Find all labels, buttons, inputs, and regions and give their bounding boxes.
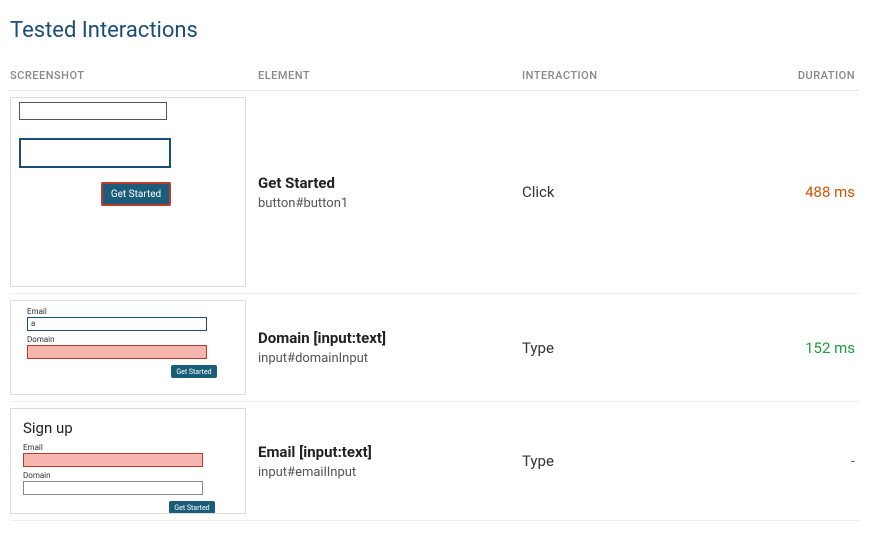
interaction-duration: -: [732, 402, 859, 521]
thumb-email-input: a: [27, 317, 207, 331]
interaction-type: Type: [522, 294, 732, 402]
col-duration: DURATION: [732, 61, 859, 91]
thumb-get-started-button: Get Started: [169, 501, 215, 514]
screenshot-thumbnail[interactable]: Sign up Email Domain Get Started: [10, 408, 246, 514]
screenshot-thumbnail[interactable]: Get Started: [10, 97, 246, 287]
thumb-get-started-button: Get Started: [171, 365, 217, 378]
thumb-signup-heading: Sign up: [23, 419, 73, 437]
interaction-duration: 152 ms: [732, 294, 859, 402]
thumb-email-label: Email: [23, 443, 43, 452]
thumb-domain-label: Domain: [27, 335, 55, 344]
thumb-text-input: [19, 102, 167, 120]
thumb-domain-input: [23, 481, 203, 495]
thumb-email-input-highlighted: [23, 453, 203, 467]
element-name: Email [input:text]: [258, 443, 518, 461]
col-screenshot: SCREENSHOT: [10, 61, 258, 91]
table-row: Get Started Get Started button#button1 C…: [10, 91, 859, 294]
element-selector: input#domainInput: [258, 351, 518, 366]
thumb-get-started-button: Get Started: [101, 182, 171, 206]
thumb-domain-input-highlighted: [27, 345, 207, 359]
table-row: Sign up Email Domain Get Started Email […: [10, 402, 859, 521]
element-name: Get Started: [258, 174, 518, 192]
interaction-duration: 488 ms: [732, 91, 859, 294]
thumb-text-input-focused: [19, 138, 171, 168]
element-selector: input#emailInput: [258, 465, 518, 480]
col-interaction: INTERACTION: [522, 61, 732, 91]
interactions-table: SCREENSHOT ELEMENT INTERACTION DURATION …: [10, 61, 859, 521]
screenshot-thumbnail[interactable]: Email a Domain Get Started: [10, 300, 246, 395]
col-element: ELEMENT: [258, 61, 522, 91]
interaction-type: Type: [522, 402, 732, 521]
thumb-email-label: Email: [27, 307, 47, 316]
element-selector: button#button1: [258, 196, 518, 211]
table-row: Email a Domain Get Started Domain [input…: [10, 294, 859, 402]
interaction-type: Click: [522, 91, 732, 294]
thumb-domain-label: Domain: [23, 471, 51, 480]
element-name: Domain [input:text]: [258, 329, 518, 347]
page-title: Tested Interactions: [10, 10, 859, 61]
